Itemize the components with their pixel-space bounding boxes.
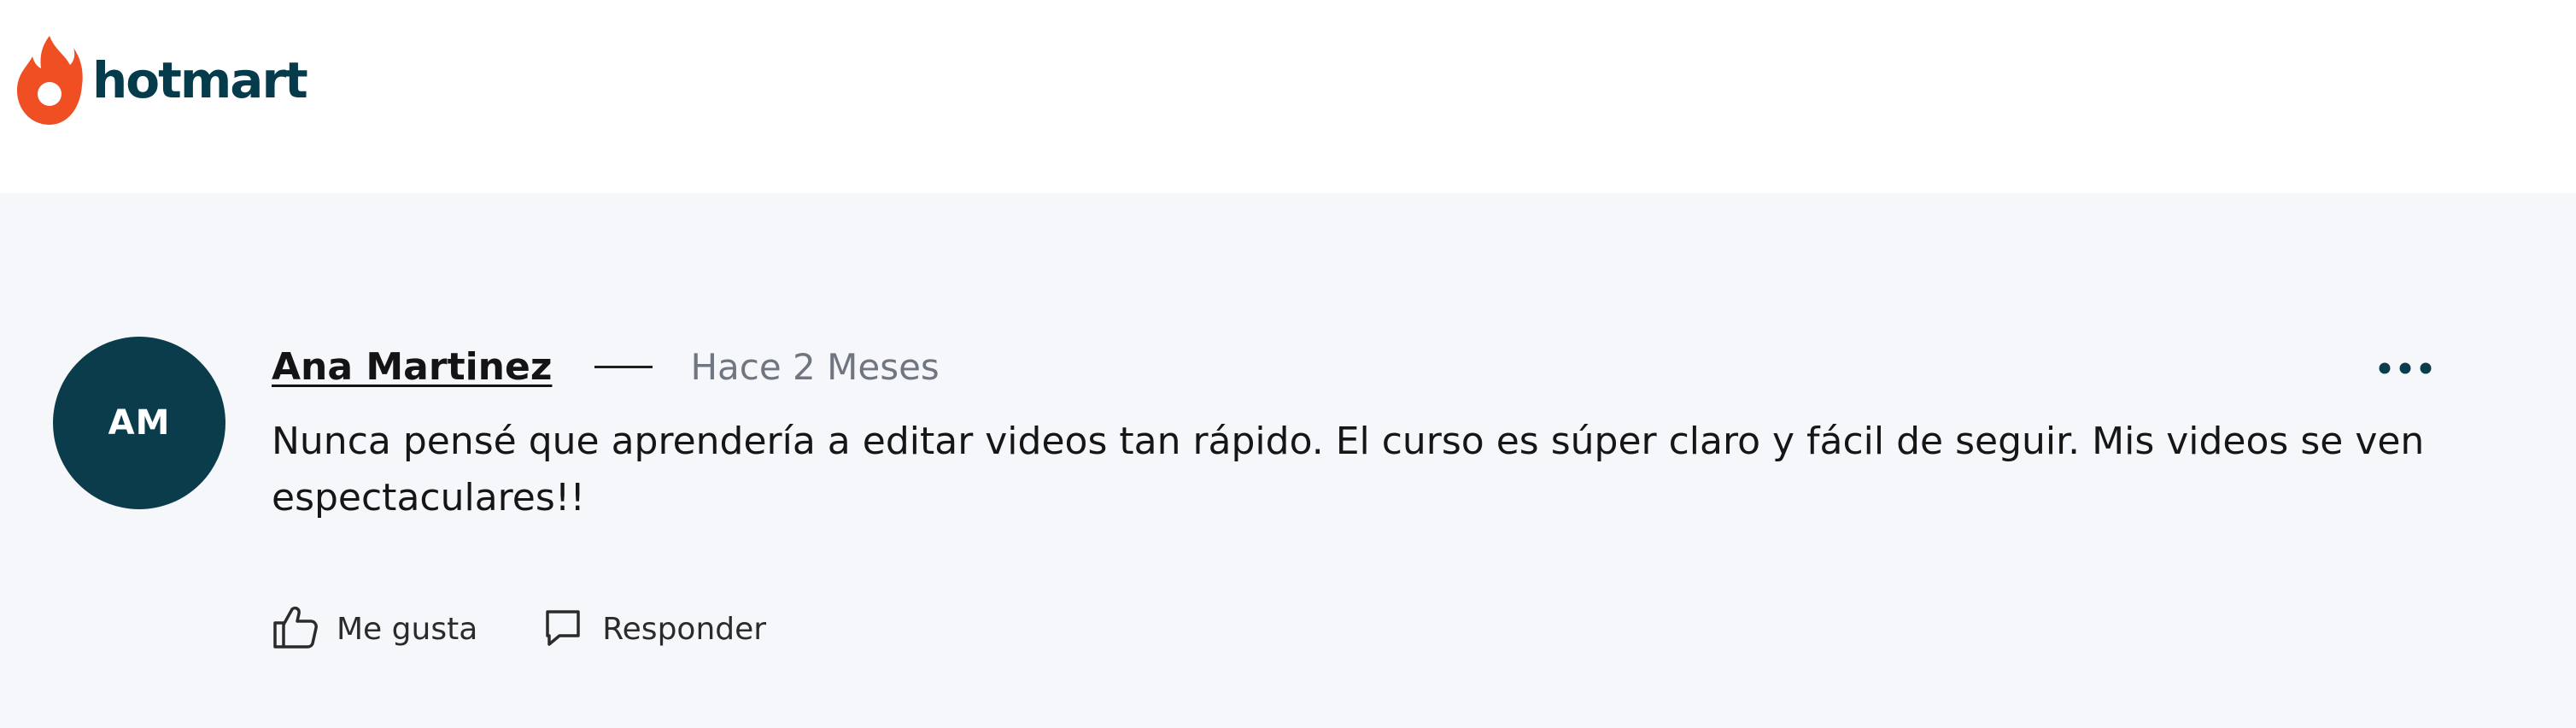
thumbs-up-icon bbox=[272, 604, 318, 655]
comment-card: AM Ana Martinez Hace 2 Meses Nunca pensé… bbox=[0, 193, 2576, 728]
avatar-initials: AM bbox=[108, 403, 171, 443]
like-label: Me gusta bbox=[337, 611, 478, 647]
avatar: AM bbox=[53, 337, 225, 509]
comment-meta: Ana Martinez Hace 2 Meses bbox=[272, 337, 940, 396]
hotmart-logo[interactable]: hotmart bbox=[15, 34, 308, 126]
brand-name: hotmart bbox=[92, 51, 308, 109]
page-header: hotmart bbox=[0, 0, 2576, 193]
comment-actions: Me gusta Responder bbox=[272, 598, 766, 660]
author-name-link[interactable]: Ana Martinez bbox=[272, 345, 552, 389]
reply-button[interactable]: Responder bbox=[542, 598, 766, 660]
more-options-button[interactable] bbox=[2366, 349, 2444, 391]
comment-body: Nunca pensé que aprendería a editar vide… bbox=[272, 420, 2425, 520]
like-button[interactable]: Me gusta bbox=[272, 598, 477, 660]
speech-bubble-icon bbox=[542, 607, 583, 652]
comment-timestamp: Hace 2 Meses bbox=[690, 345, 940, 388]
flame-icon bbox=[15, 34, 84, 126]
meta-separator bbox=[594, 365, 653, 368]
more-horizontal-icon bbox=[2378, 361, 2433, 379]
reply-label: Responder bbox=[602, 611, 767, 647]
